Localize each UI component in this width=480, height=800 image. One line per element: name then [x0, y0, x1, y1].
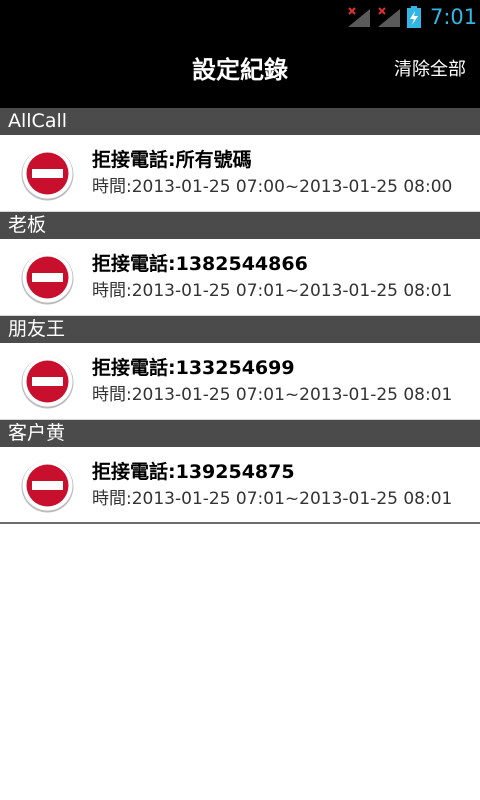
delete-icon[interactable]	[20, 146, 75, 201]
group-header: 客户黄	[0, 420, 480, 447]
group-header: 老板	[0, 212, 480, 239]
group-header: 朋友王	[0, 316, 480, 343]
battery-charging-icon	[407, 6, 421, 28]
signal-no-service-icon	[378, 7, 400, 27]
record-time: 時間:2013-01-25 07:01~2013-01-25 08:01	[92, 385, 453, 405]
list-item[interactable]: 拒接電話:133254699 時間:2013-01-25 07:01~2013-…	[0, 343, 480, 420]
record-title: 拒接電話:133254699	[92, 357, 295, 379]
list-item[interactable]: 拒接電話:139254875 時間:2013-01-25 07:01~2013-…	[0, 447, 480, 524]
record-time: 時間:2013-01-25 07:01~2013-01-25 08:01	[92, 489, 453, 509]
delete-icon[interactable]	[20, 354, 75, 409]
list-item[interactable]: 拒接電話:1382544866 時間:2013-01-25 07:01~2013…	[0, 239, 480, 316]
record-title: 拒接電話:139254875	[92, 461, 295, 483]
signal-no-service-icon	[348, 7, 370, 27]
record-time: 時間:2013-01-25 07:00~2013-01-25 08:00	[92, 177, 453, 197]
action-bar: 設定紀錄 清除全部	[0, 33, 480, 108]
record-list: AllCall 拒接電話:所有號碼 時間:2013-01-25 07:00~20…	[0, 108, 480, 524]
clear-all-button[interactable]: 清除全部	[394, 57, 466, 83]
delete-icon[interactable]	[20, 458, 75, 513]
record-title: 拒接電話:所有號碼	[92, 149, 252, 171]
clock: 7:01	[430, 5, 478, 29]
delete-icon[interactable]	[20, 250, 75, 305]
group-header: AllCall	[0, 108, 480, 135]
record-time: 時間:2013-01-25 07:01~2013-01-25 08:01	[92, 281, 453, 301]
status-bar: 7:01	[0, 0, 480, 33]
list-item[interactable]: 拒接電話:所有號碼 時間:2013-01-25 07:00~2013-01-25…	[0, 135, 480, 212]
record-title: 拒接電話:1382544866	[92, 253, 308, 275]
